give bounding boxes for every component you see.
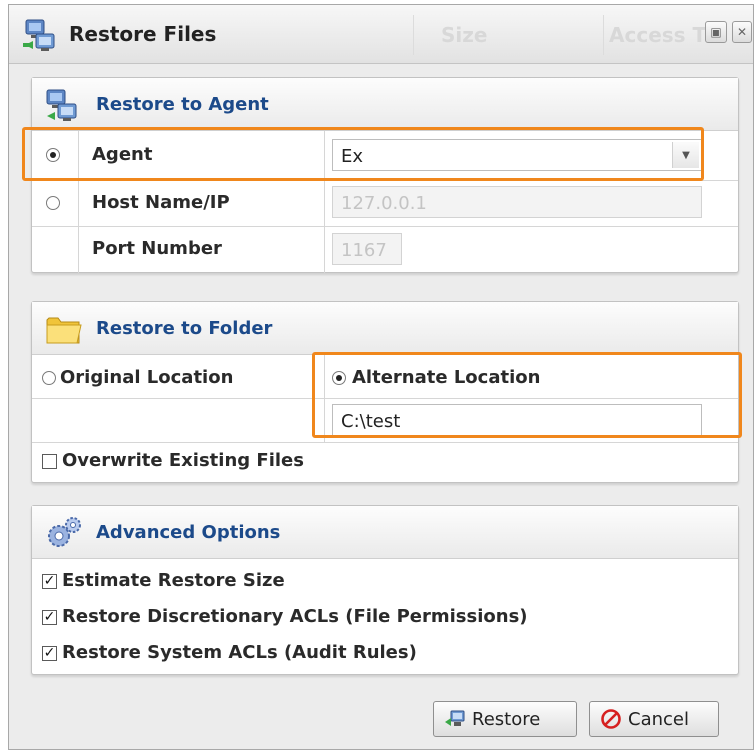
estimate-restore-size-label: Estimate Restore Size <box>62 570 285 591</box>
chevron-down-icon[interactable]: ▼ <box>672 142 699 168</box>
alternate-location-label: Alternate Location <box>352 367 541 388</box>
agent-label: Agent <box>92 144 153 165</box>
restore-system-acls-checkbox[interactable]: ✓ <box>42 646 57 661</box>
background-column-access: Access T <box>609 23 707 47</box>
close-icon: ✕ <box>736 25 748 39</box>
cancel-button[interactable]: Cancel <box>589 701 719 737</box>
original-location-radio[interactable] <box>42 371 56 385</box>
restore-button-label: Restore <box>472 708 541 730</box>
row-divider <box>32 180 738 181</box>
restore-to-agent-header: Restore to Agent <box>32 78 738 131</box>
dialog-title: Restore Files <box>69 22 217 46</box>
restore-to-folder-header: Restore to Folder <box>32 302 738 355</box>
restore-files-dialog: Restore Files Size Access T ▣ ✕ Restore … <box>8 4 754 750</box>
host-name-label: Host Name/IP <box>92 192 230 213</box>
row-divider <box>32 442 738 443</box>
agent-dropdown[interactable]: Ex ▼ <box>332 139 702 171</box>
restore-to-folder-title: Restore to Folder <box>96 318 273 339</box>
row-divider <box>32 398 738 399</box>
cancel-icon <box>601 709 621 729</box>
folder-icon <box>46 317 82 344</box>
network-computers-icon <box>23 19 55 51</box>
host-name-value: 127.0.0.1 <box>341 193 427 214</box>
advanced-options-header: Advanced Options <box>32 506 738 559</box>
maximize-button[interactable]: ▣ <box>705 21 727 43</box>
overwrite-checkbox[interactable] <box>42 454 57 469</box>
restore-to-folder-section: Restore to Folder Original Location Alte… <box>31 301 739 483</box>
agent-radio[interactable] <box>46 148 60 162</box>
port-number-value: 1167 <box>341 240 387 261</box>
host-name-radio[interactable] <box>46 196 60 210</box>
alternate-path-value: C:\test <box>341 411 401 432</box>
alternate-location-radio[interactable] <box>332 371 346 385</box>
maximize-icon: ▣ <box>710 25 722 39</box>
advanced-options-title: Advanced Options <box>96 522 281 543</box>
cancel-button-label: Cancel <box>628 708 689 730</box>
network-computers-icon <box>46 89 77 121</box>
row-divider <box>32 226 738 227</box>
background-column-divider <box>603 15 604 55</box>
restore-icon <box>445 710 465 726</box>
column-divider <box>324 131 325 273</box>
restore-discretionary-acls-checkbox[interactable]: ✓ <box>42 610 57 625</box>
alternate-path-input[interactable]: C:\test <box>332 404 702 436</box>
restore-button[interactable]: Restore <box>433 701 577 737</box>
agent-dropdown-value: Ex <box>341 146 364 167</box>
restore-to-agent-section: Restore to Agent Agent Ex ▼ Host Name/IP… <box>31 77 739 273</box>
advanced-options-section: Advanced Options ✓ Estimate Restore Size… <box>31 505 739 675</box>
column-divider <box>78 131 79 273</box>
restore-to-agent-title: Restore to Agent <box>96 94 269 115</box>
overwrite-label: Overwrite Existing Files <box>62 450 304 471</box>
column-divider <box>324 355 325 442</box>
estimate-restore-size-checkbox[interactable]: ✓ <box>42 574 57 589</box>
port-number-input[interactable]: 1167 <box>332 233 402 265</box>
close-button[interactable]: ✕ <box>732 21 752 43</box>
restore-system-acls-label: Restore System ACLs (Audit Rules) <box>62 642 417 663</box>
title-bar[interactable]: Restore Files Size Access T ▣ ✕ <box>9 5 753 64</box>
host-name-input[interactable]: 127.0.0.1 <box>332 186 702 218</box>
background-column-divider <box>413 15 414 55</box>
port-number-label: Port Number <box>92 238 222 259</box>
original-location-label: Original Location <box>60 367 234 388</box>
restore-discretionary-acls-label: Restore Discretionary ACLs (File Permiss… <box>62 606 528 627</box>
gears-icon <box>48 517 81 547</box>
background-column-size: Size <box>441 23 488 47</box>
